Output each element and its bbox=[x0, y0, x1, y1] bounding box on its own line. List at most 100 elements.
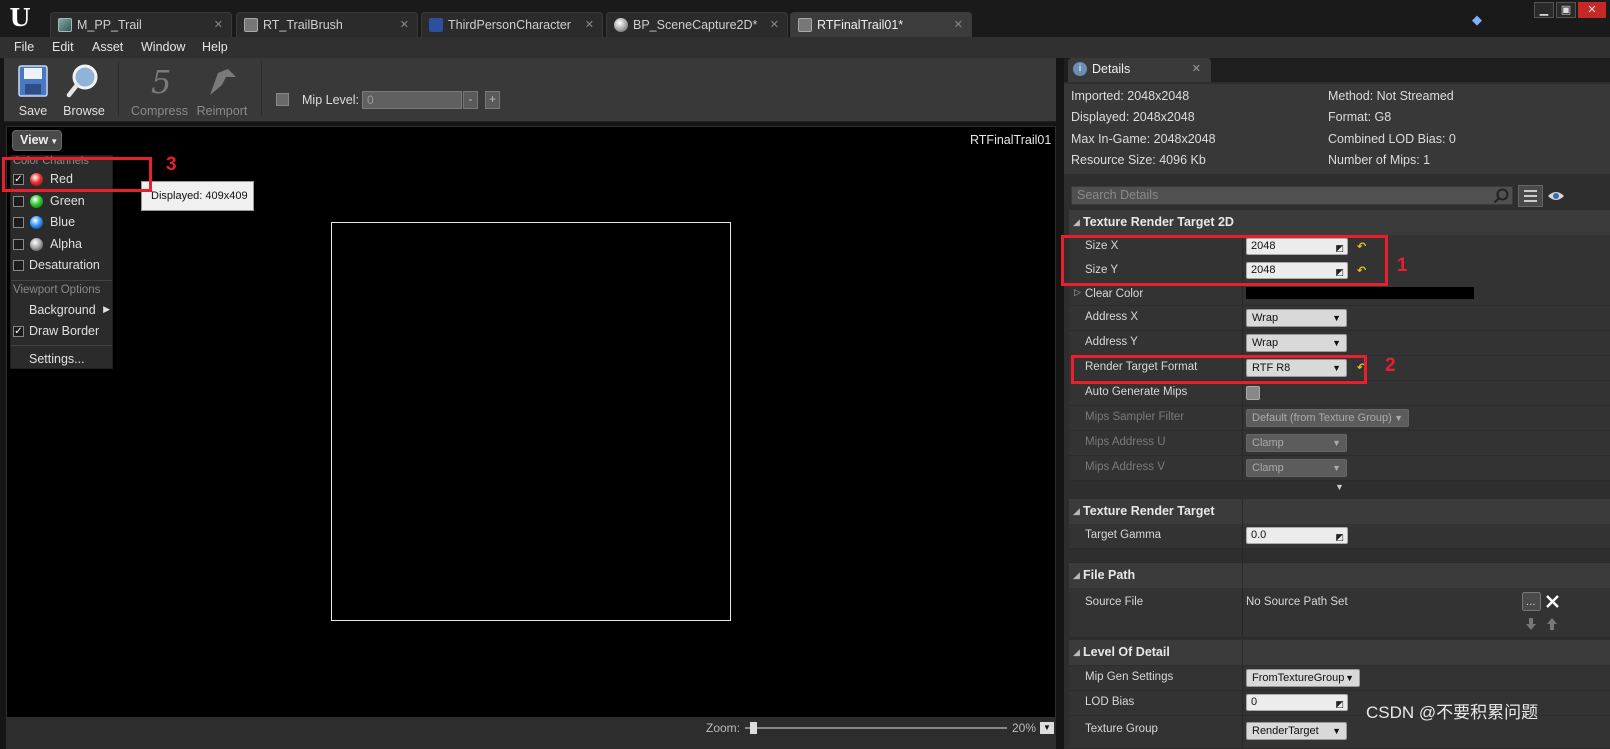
maximize-icon[interactable]: ▣ bbox=[1556, 2, 1576, 18]
checkbox-unchecked[interactable] bbox=[13, 239, 24, 250]
close-icon[interactable]: ✕ bbox=[400, 13, 409, 37]
property-label: Target Gamma bbox=[1085, 529, 1162, 541]
save-button[interactable]: Save bbox=[5, 61, 61, 119]
submenu-arrow-icon: ▶ bbox=[103, 304, 110, 314]
menu-file[interactable]: File bbox=[14, 40, 34, 54]
column-divider bbox=[1242, 666, 1243, 690]
zoom-dropdown-icon[interactable]: ▼ bbox=[1040, 722, 1054, 734]
tab-m-pp-trail[interactable]: M_PP_Trail ✕ bbox=[50, 12, 232, 37]
menu-window[interactable]: Window bbox=[141, 40, 185, 54]
magnifier-icon bbox=[66, 64, 98, 98]
zoom-slider[interactable] bbox=[745, 727, 1007, 729]
texture-group-dropdown[interactable]: RenderTarget ▼ bbox=[1246, 722, 1347, 740]
unreal-logo-icon[interactable]: U bbox=[6, 4, 34, 32]
compress-label: Compress bbox=[131, 104, 188, 118]
close-icon[interactable]: ✕ bbox=[214, 13, 223, 37]
mips-address-u-dropdown: Clamp ▼ bbox=[1246, 434, 1347, 452]
tab-rt-trailbrush[interactable]: RT_TrailBrush ✕ bbox=[236, 12, 418, 37]
mip-level-checkbox[interactable] bbox=[276, 93, 289, 106]
checkbox-unchecked[interactable] bbox=[13, 196, 24, 207]
category-spacer bbox=[1069, 549, 1610, 563]
compress-button[interactable]: 5 Compress bbox=[131, 61, 188, 119]
eye-icon[interactable] bbox=[1547, 189, 1565, 203]
column-divider bbox=[1242, 283, 1243, 305]
mip-level-input[interactable]: 0 bbox=[362, 91, 462, 109]
arrow-down-icon[interactable] bbox=[1524, 617, 1538, 631]
category-texture-render-target-2d[interactable]: ◢ Texture Render Target 2D bbox=[1069, 210, 1610, 235]
menu-help[interactable]: Help bbox=[202, 40, 228, 54]
checkbox-unchecked[interactable] bbox=[13, 260, 24, 271]
menu-edit[interactable]: Edit bbox=[52, 40, 74, 54]
chevron-down-icon: ▼ bbox=[1332, 438, 1341, 448]
menu-item-settings[interactable]: Settings... bbox=[11, 350, 112, 370]
menu-item-desaturation[interactable]: Desaturation bbox=[11, 256, 112, 276]
menu-item-draw-border[interactable]: ✓ Draw Border bbox=[11, 322, 112, 342]
target-gamma-input[interactable]: 0.0 ◩ bbox=[1246, 527, 1348, 544]
blue-channel-icon bbox=[30, 216, 43, 229]
watermark-text: CSDN @不要积累问题 bbox=[1366, 703, 1539, 722]
dropdown-value: Wrap bbox=[1252, 337, 1279, 349]
menu-item-alpha[interactable]: Alpha bbox=[11, 235, 112, 255]
clear-x-icon[interactable] bbox=[1543, 592, 1562, 611]
column-divider bbox=[1242, 381, 1243, 405]
collapse-arrow-icon: ◢ bbox=[1073, 647, 1080, 657]
checkbox-unchecked[interactable] bbox=[13, 217, 24, 228]
view-menu-button[interactable]: View ▼ bbox=[12, 130, 62, 151]
menu-item-blue[interactable]: Blue bbox=[11, 213, 112, 233]
tab-bp-scenecapture2d[interactable]: BP_SceneCapture2D* ✕ bbox=[606, 12, 788, 37]
chevron-down-icon: ▼ bbox=[1332, 463, 1341, 473]
tab-thirdpersoncharacter[interactable]: ThirdPersonCharacter ✕ bbox=[421, 12, 603, 37]
expand-arrow-icon[interactable]: ▷ bbox=[1074, 287, 1081, 298]
mip-decrement-button[interactable]: - bbox=[463, 91, 478, 109]
column-divider bbox=[1242, 563, 1243, 588]
save-label: Save bbox=[18, 104, 48, 118]
category-level-of-detail[interactable]: ◢ Level Of Detail bbox=[1069, 640, 1610, 665]
close-icon[interactable]: ✕ bbox=[954, 13, 963, 37]
column-divider bbox=[1242, 549, 1243, 562]
mip-gen-settings-dropdown[interactable]: FromTextureGroup ▼ bbox=[1246, 669, 1360, 687]
save-icon bbox=[18, 65, 48, 97]
address-x-dropdown[interactable]: Wrap ▼ bbox=[1246, 309, 1347, 327]
menu-item-background[interactable]: Background ▶ bbox=[11, 301, 112, 321]
menu-asset[interactable]: Asset bbox=[92, 40, 123, 54]
search-icon[interactable] bbox=[1493, 188, 1509, 204]
tab-rtfinaltrail01[interactable]: RTFinalTrail01* ✕ bbox=[790, 12, 972, 37]
menu-item-green[interactable]: Green bbox=[11, 192, 112, 212]
close-icon[interactable]: ✕ bbox=[1192, 58, 1201, 80]
chevron-down-icon: ▼ bbox=[1332, 726, 1341, 736]
mip-increment-button[interactable]: + bbox=[485, 91, 500, 109]
property-matrix-button[interactable] bbox=[1518, 185, 1543, 207]
category-texture-render-target[interactable]: ◢ Texture Render Target bbox=[1069, 499, 1610, 524]
auto-generate-mips-checkbox[interactable] bbox=[1246, 386, 1260, 400]
mips-address-v-dropdown: Clamp ▼ bbox=[1246, 459, 1347, 477]
lod-bias-input[interactable]: 0 ◩ bbox=[1246, 694, 1348, 711]
property-clear-color: ▷ Clear Color bbox=[1069, 283, 1610, 306]
close-icon[interactable]: ✕ bbox=[585, 13, 594, 37]
chevron-down-icon: ▼ bbox=[50, 137, 59, 146]
annotation-number: 3 bbox=[166, 154, 177, 175]
dropdown-value: Default (from Texture Group) bbox=[1252, 412, 1392, 424]
reimport-button[interactable]: Reimport bbox=[194, 61, 250, 119]
chevron-down-icon: ▼ bbox=[1335, 482, 1344, 492]
search-details-input[interactable]: Search Details bbox=[1071, 186, 1513, 205]
property-mip-gen-settings: Mip Gen Settings FromTextureGroup ▼ bbox=[1069, 666, 1610, 691]
browse-ellipsis-icon[interactable]: ... bbox=[1522, 592, 1541, 611]
close-icon[interactable]: ✕ bbox=[1578, 2, 1606, 18]
info-max-in-game: Max In-Game: 2048x2048 bbox=[1071, 132, 1216, 146]
clear-color-swatch[interactable] bbox=[1246, 287, 1474, 299]
address-y-dropdown[interactable]: Wrap ▼ bbox=[1246, 334, 1347, 352]
close-icon[interactable]: ✕ bbox=[770, 13, 779, 37]
advanced-properties-toggle[interactable]: ▼ bbox=[1069, 482, 1610, 498]
tab-details[interactable]: i Details ✕ bbox=[1068, 58, 1211, 82]
blueprint-icon bbox=[429, 18, 443, 32]
texture-icon bbox=[798, 18, 812, 32]
notification-icon[interactable]: ◆ bbox=[1472, 12, 1486, 27]
browse-button[interactable]: Browse bbox=[56, 61, 112, 119]
checkbox-checked[interactable]: ✓ bbox=[13, 326, 24, 337]
minimize-icon[interactable]: ▁ bbox=[1534, 2, 1554, 18]
zoom-slider-handle[interactable] bbox=[750, 722, 757, 734]
collapse-arrow-icon: ◢ bbox=[1073, 506, 1080, 516]
arrow-up-icon[interactable] bbox=[1545, 617, 1559, 631]
category-file-path[interactable]: ◢ File Path bbox=[1069, 563, 1610, 588]
search-placeholder: Search Details bbox=[1077, 188, 1159, 202]
